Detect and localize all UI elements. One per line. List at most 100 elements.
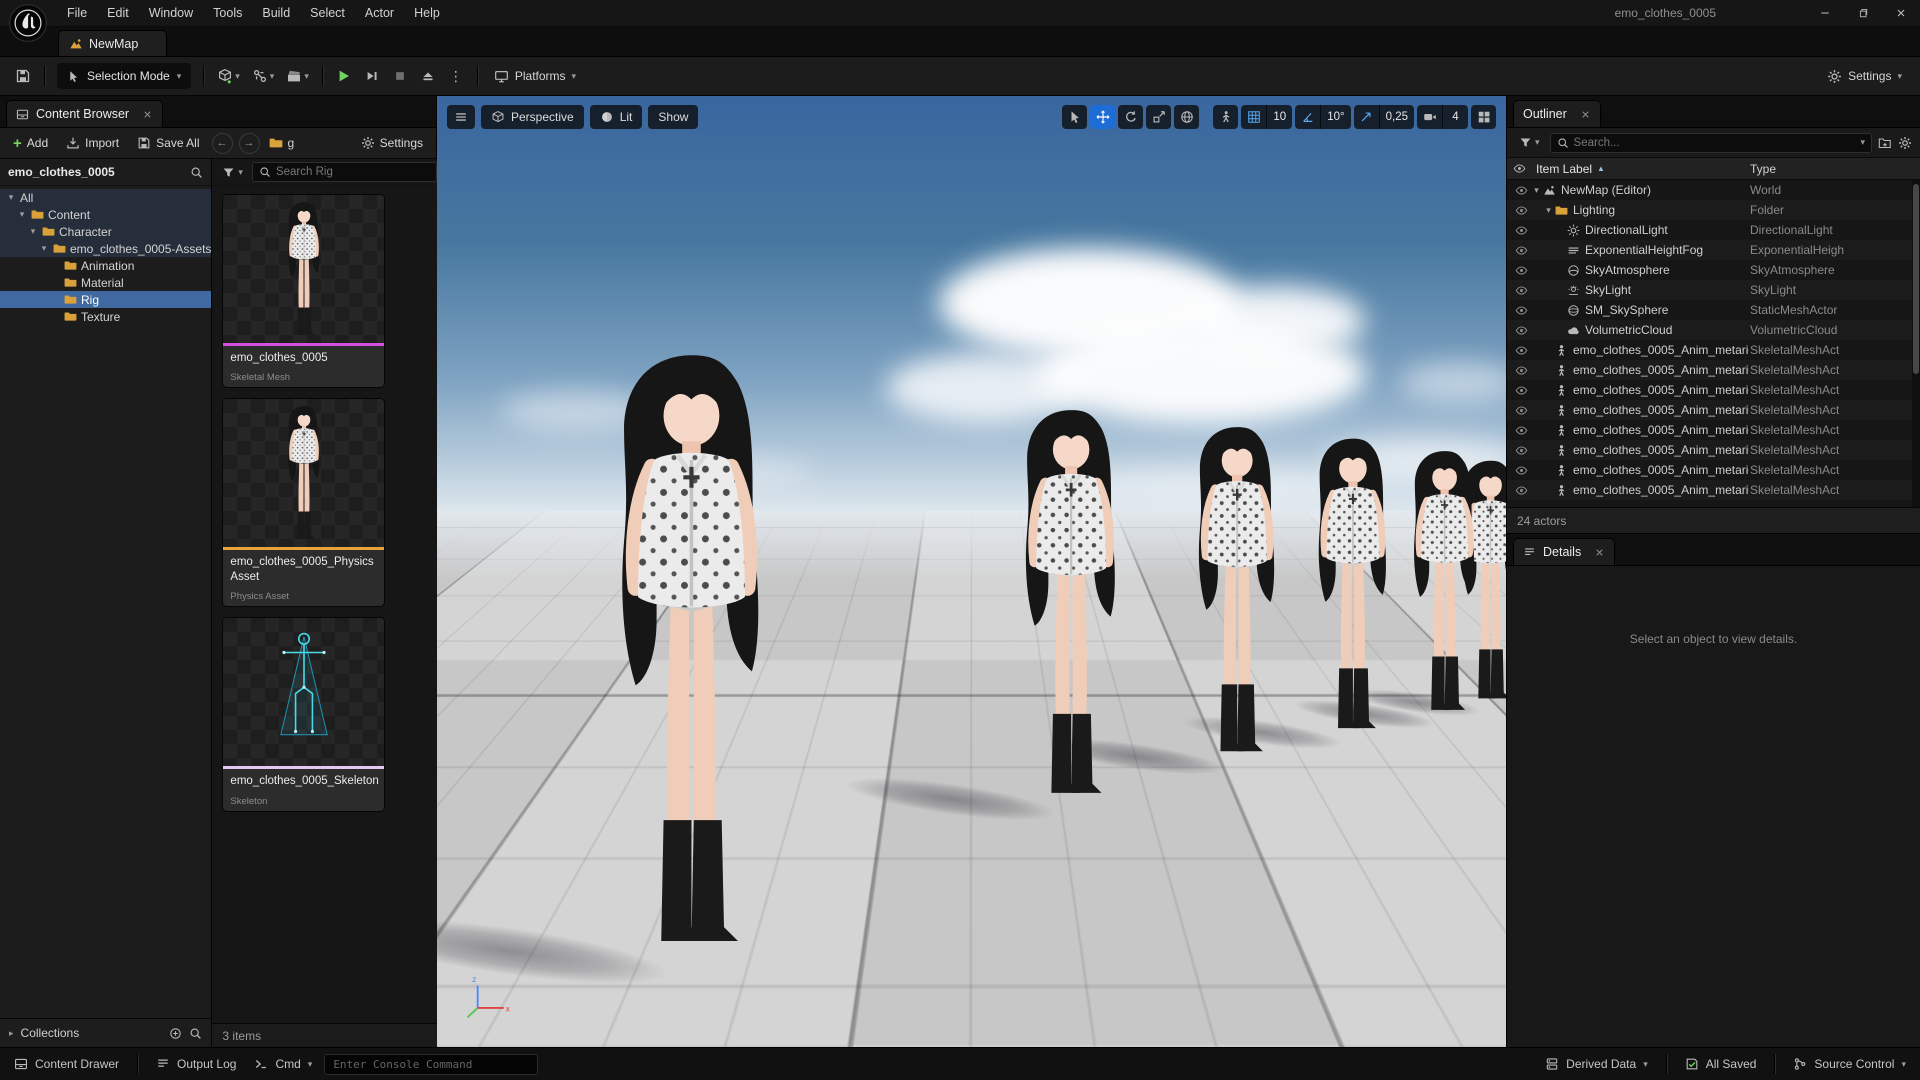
lit-button[interactable]: Lit — [589, 105, 643, 129]
visibility-toggle[interactable] — [1511, 244, 1531, 257]
select-tool[interactable] — [1062, 105, 1088, 129]
cinematics-button[interactable]: ▾ — [281, 62, 314, 90]
expand-icon[interactable]: ▾ — [6, 192, 16, 203]
tree-item-texture[interactable]: Texture — [0, 308, 211, 325]
all-saved-button[interactable]: All Saved — [1679, 1057, 1763, 1071]
add-actor-button[interactable]: ▾ — [212, 62, 245, 90]
menu-actor[interactable]: Actor — [356, 2, 403, 24]
character-actor[interactable] — [980, 404, 1162, 802]
scrollbar[interactable] — [1912, 180, 1920, 507]
tree-item-emo-clothes-0005-assets[interactable]: ▾ emo_clothes_0005-Assets — [0, 240, 212, 257]
visibility-toggle[interactable] — [1511, 424, 1531, 437]
visibility-toggle[interactable] — [1511, 364, 1531, 377]
visibility-toggle[interactable] — [1511, 464, 1531, 477]
surface-snap-toggle[interactable] — [1213, 105, 1239, 129]
show-button[interactable]: Show — [648, 105, 699, 129]
close-button[interactable] — [1882, 0, 1920, 26]
outliner-row-sm-skysphere[interactable]: SM_SkySphere StaticMeshActor — [1507, 300, 1920, 320]
outliner-row-emo-clothes-0005-anim-metarig-f[interactable]: emo_clothes_0005_Anim_metarig_FSkeletalM… — [1507, 380, 1920, 400]
tree-item-rig[interactable]: Rig — [0, 291, 212, 308]
close-icon[interactable] — [1594, 547, 1605, 558]
outliner-row-emo-clothes-0005-anim-metarig-a[interactable]: emo_clothes_0005_Anim_metarig_ASkeletalM… — [1507, 360, 1920, 380]
outliner-search-input[interactable] — [1573, 136, 1856, 149]
outliner-row-volumetriccloud[interactable]: VolumetricCloud VolumetricCloud — [1507, 320, 1920, 340]
scale-snap-value[interactable]: 0,25 — [1378, 105, 1414, 129]
expand-icon[interactable]: ▾ — [28, 226, 38, 237]
visibility-toggle[interactable] — [1511, 444, 1531, 457]
scale-snap-toggle[interactable] — [1354, 105, 1379, 129]
tab-outliner[interactable]: Outliner — [1513, 100, 1601, 127]
grid-snap-toggle[interactable] — [1241, 105, 1266, 129]
visibility-column-icon[interactable] — [1513, 162, 1526, 175]
perspective-button[interactable]: Perspective — [481, 105, 584, 129]
tree-item-character[interactable]: ▾ Character — [0, 223, 212, 240]
outliner-row-emo-clothes-0005-anim-metarig-1[interactable]: emo_clothes_0005_Anim_metarig_1 SkeletalM… — [1507, 340, 1920, 360]
visibility-toggle[interactable] — [1511, 404, 1531, 417]
back-button[interactable]: ← — [211, 132, 233, 154]
console-input[interactable] — [333, 1057, 530, 1071]
character-actor[interactable] — [1160, 422, 1314, 759]
outliner-row-emo-clothes-0005-anim-metarig-ju[interactable]: emo_clothes_0005_Anim_metarig_juSkeletal… — [1507, 480, 1920, 500]
settings-button[interactable]: Settings ▾ — [1819, 62, 1910, 90]
camera-speed-button[interactable] — [1417, 105, 1442, 129]
expand-icon[interactable]: ▾ — [1543, 205, 1554, 216]
visibility-toggle[interactable] — [1511, 224, 1531, 237]
outliner-row-emo-clothes-0005-anim-metarig-f[interactable]: emo_clothes_0005_Anim_metarig_FSkeletalM… — [1507, 400, 1920, 420]
visibility-toggle[interactable] — [1511, 304, 1531, 317]
rotation-snap-value[interactable]: 10° — [1320, 105, 1350, 129]
visibility-toggle[interactable] — [1511, 344, 1531, 357]
column-type[interactable]: Type — [1750, 162, 1776, 176]
skip-frame-button[interactable] — [359, 62, 385, 90]
rotation-snap-toggle[interactable] — [1295, 105, 1320, 129]
world-local-toggle[interactable] — [1174, 105, 1200, 129]
menu-select[interactable]: Select — [301, 2, 354, 24]
save-all-button[interactable]: Save All — [130, 133, 206, 153]
menu-build[interactable]: Build — [253, 2, 299, 24]
visibility-toggle[interactable] — [1511, 484, 1531, 497]
unreal-logo-icon[interactable] — [8, 3, 48, 43]
outliner-row-newmap-editor[interactable]: ▾ NewMap (Editor) World — [1507, 180, 1920, 200]
editor-mode-select[interactable]: Selection Mode ▾ — [57, 63, 192, 89]
grid-snap-value[interactable]: 10 — [1266, 105, 1292, 129]
outliner-row-skylight[interactable]: SkyLight SkyLight — [1507, 280, 1920, 300]
content-drawer-button[interactable]: Content Drawer — [8, 1057, 125, 1071]
character-actor[interactable] — [552, 346, 831, 955]
add-button[interactable]: + Add — [6, 133, 55, 154]
outliner-row-lighting[interactable]: ▾ Lighting Folder — [1507, 200, 1920, 220]
menu-tools[interactable]: Tools — [204, 2, 251, 24]
tab-details[interactable]: Details — [1513, 538, 1616, 565]
maximize-button[interactable] — [1844, 0, 1882, 26]
outliner-row-emo-clothes-0005-anim-metarig-ic[interactable]: emo_clothes_0005_Anim_metarig_icSkeletal… — [1507, 460, 1920, 480]
minimize-button[interactable] — [1806, 0, 1844, 26]
stop-button[interactable] — [387, 62, 413, 90]
menu-help[interactable]: Help — [405, 2, 449, 24]
tree-item-animation[interactable]: Animation — [0, 257, 211, 274]
tree-item-material[interactable]: Material — [0, 274, 211, 291]
breadcrumb[interactable]: g — [265, 136, 299, 150]
play-button[interactable] — [331, 62, 357, 90]
tab-content-browser[interactable]: Content Browser — [6, 100, 164, 127]
derived-data-button[interactable]: Derived Data ▾ — [1539, 1057, 1654, 1071]
expand-icon[interactable]: ▾ — [17, 209, 27, 220]
asset-card-emo-clothes-0005[interactable]: emo_clothes_0005 Skeletal Mesh — [222, 194, 386, 389]
cb-settings-button[interactable]: Settings — [354, 133, 430, 153]
viewport-options-button[interactable] — [447, 105, 475, 129]
source-search-row[interactable]: emo_clothes_0005 — [0, 159, 212, 186]
new-folder-icon[interactable] — [1878, 136, 1892, 150]
add-collection-icon[interactable] — [169, 1027, 182, 1040]
visibility-toggle[interactable] — [1511, 264, 1531, 277]
scale-tool[interactable] — [1146, 105, 1172, 129]
outliner-row-directionallight[interactable]: DirectionalLight DirectionalLight — [1507, 220, 1920, 240]
visibility-toggle[interactable] — [1511, 324, 1531, 337]
save-level-button[interactable] — [10, 62, 36, 90]
platforms-button[interactable]: Platforms ▾ — [486, 62, 584, 90]
tree-item-all[interactable]: ▾ All — [0, 189, 212, 206]
search-icon[interactable] — [190, 166, 203, 179]
menu-file[interactable]: File — [58, 2, 96, 24]
scrollbar-thumb[interactable] — [1913, 184, 1919, 374]
expand-icon[interactable]: ▾ — [39, 243, 49, 254]
cmd-button[interactable]: Cmd ▾ — [248, 1057, 318, 1071]
asset-card-emo-clothes-0005-skeleton[interactable]: emo_clothes_0005_Skeleton Skeleton — [222, 617, 386, 812]
asset-search[interactable] — [251, 162, 437, 182]
forward-button[interactable]: → — [238, 132, 260, 154]
